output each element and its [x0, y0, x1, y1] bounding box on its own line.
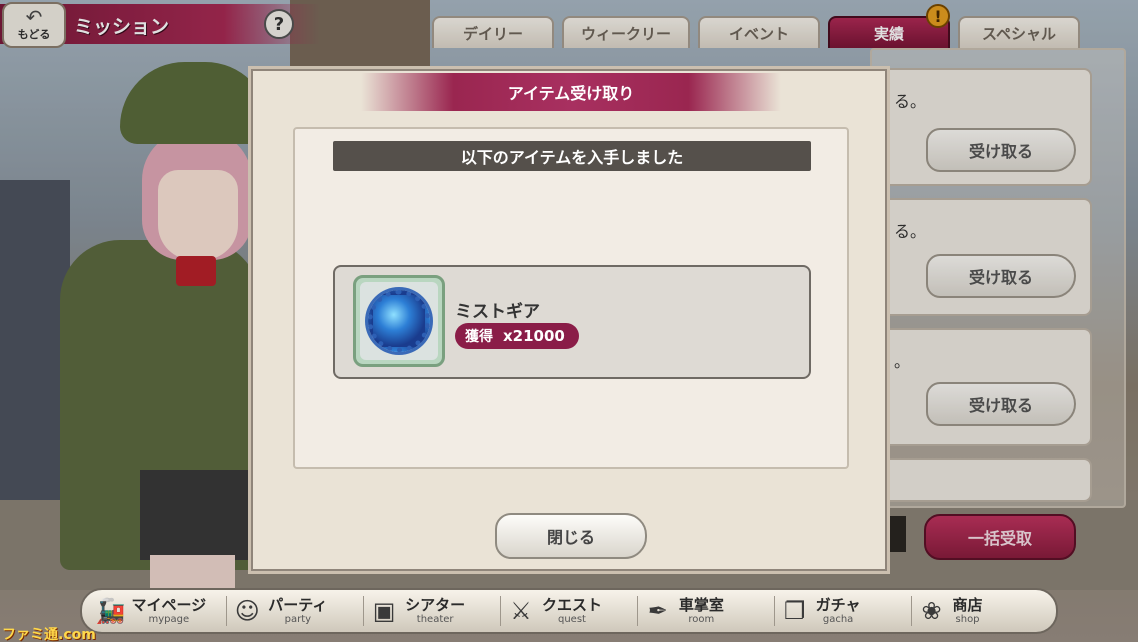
item-quantity-badge: 獲得 x21000 [455, 323, 579, 349]
nav-shop[interactable]: ❀ 商店 shop [915, 591, 1045, 631]
item-icon-frame [353, 275, 445, 367]
nav-divider [363, 596, 365, 626]
swords-icon: ⚔ [510, 597, 532, 625]
nav-sublabel: party [284, 613, 312, 625]
nav-label: シアター [405, 595, 466, 614]
blue-gear-icon [368, 290, 430, 352]
nav-divider [226, 596, 228, 626]
item-name: ミストギア [455, 302, 540, 322]
nav-sublabel: shop [955, 613, 980, 625]
nav-sublabel: gacha [822, 613, 854, 625]
nav-label: パーティ [268, 595, 328, 614]
bottom-nav: 🚂 マイページ mypage ☺ パーティ party ▣ シアター theater … [80, 588, 1058, 634]
nav-divider [910, 596, 912, 626]
watermark: ファミ通.com [2, 627, 96, 642]
nav-sublabel: theater [416, 613, 454, 625]
nav-label: クエスト [541, 595, 602, 614]
nav-theater[interactable]: ▣ シアター theater [367, 591, 497, 631]
close-button[interactable]: 閉じる [495, 513, 647, 559]
bear-icon: ❀ [921, 597, 942, 625]
nav-sublabel: quest [558, 613, 586, 625]
dialog-subtitle: 以下のアイテムを入手しました [333, 141, 811, 171]
quill-icon: ✒ [647, 597, 668, 625]
nav-room[interactable]: ✒ 車掌室 room [641, 591, 771, 631]
quantity-label: 獲得 [465, 329, 493, 345]
nav-label: マイページ [131, 595, 207, 614]
nav-divider [636, 596, 638, 626]
item-icon-background [360, 282, 438, 360]
dialog-content: 以下のアイテムを入手しました ミストギア 獲得 x21000 [293, 127, 849, 469]
nav-divider [773, 596, 775, 626]
ticket-icon: ❐ [783, 597, 806, 625]
nav-mypage[interactable]: 🚂 マイページ mypage [93, 591, 223, 631]
nav-divider [500, 596, 502, 626]
nav-party[interactable]: ☺ パーティ party [230, 591, 360, 631]
quantity-value: x21000 [503, 327, 565, 345]
nav-gacha[interactable]: ❐ ガチャ gacha [778, 591, 908, 631]
nav-sublabel: room [688, 613, 715, 625]
nav-label: ガチャ [815, 595, 861, 614]
nav-sublabel: mypage [148, 613, 190, 625]
nav-quest[interactable]: ⚔ クエスト quest [504, 591, 634, 631]
camera-icon: ▣ [372, 597, 396, 625]
train-icon: 🚂 [95, 597, 126, 625]
character-icon: ☺ [234, 597, 260, 625]
dialog-title: アイテム受け取り [361, 73, 781, 111]
item-received-dialog: アイテム受け取り 以下のアイテムを入手しました ミストギア 獲得 x21000 … [248, 66, 890, 574]
reward-item: ミストギア 獲得 x21000 [333, 265, 811, 379]
nav-label: 車掌室 [678, 595, 724, 614]
nav-label: 商店 [952, 595, 983, 614]
